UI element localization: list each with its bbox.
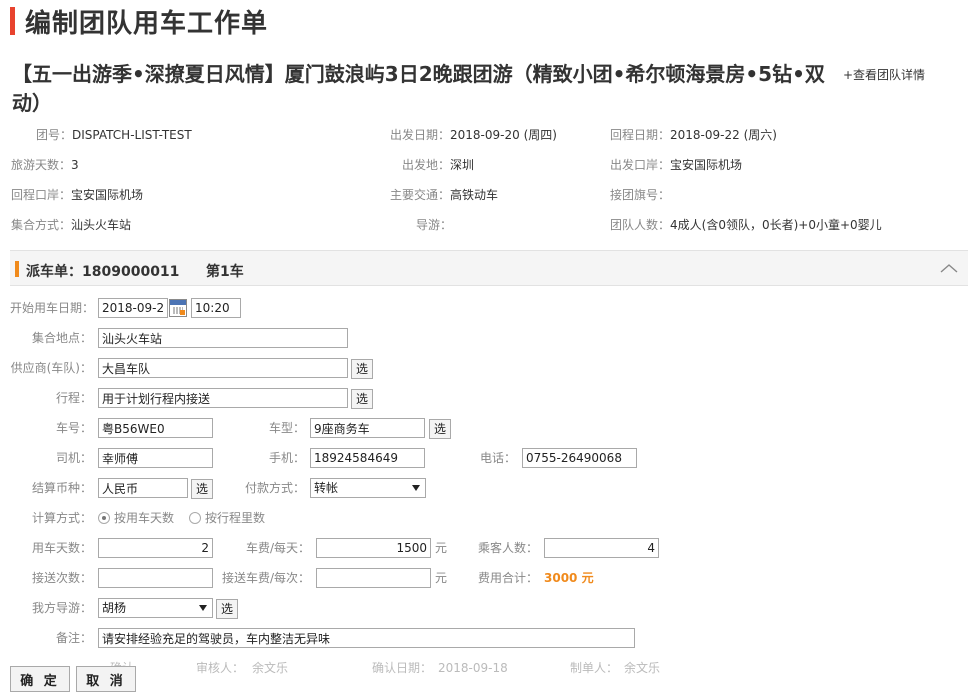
info-guide: 导游： bbox=[416, 218, 453, 232]
view-team-detail-link[interactable]: +查看团队详情 bbox=[843, 66, 925, 83]
calendar-icon[interactable] bbox=[169, 299, 187, 317]
tour-title: 【五一出游季•深撩夏日风情】厦门鼓浪屿3日2晚跟团游（精致小团•希尔顿海景房•5… bbox=[12, 62, 825, 115]
route-select-button[interactable]: 选 bbox=[351, 389, 373, 409]
currency-label: 结算币种： bbox=[31, 481, 92, 495]
fee-per-day-input[interactable] bbox=[316, 538, 431, 558]
transfer-count-label: 接送次数： bbox=[31, 571, 92, 585]
plate-label: 车号： bbox=[55, 421, 92, 435]
phone-input[interactable] bbox=[522, 448, 637, 468]
driver-label: 司机： bbox=[55, 451, 92, 465]
info-team-number: 团号：DISPATCH-LIST-TEST bbox=[36, 128, 192, 142]
usage-days-label: 用车天数： bbox=[31, 541, 92, 555]
info-team-size: 团队人数：4成人(含0领队，0长者)+0小童+0婴儿 bbox=[610, 218, 882, 232]
info-main-transport: 主要交通：高铁动车 bbox=[390, 188, 499, 202]
vehicle-type-select-button[interactable]: 选 bbox=[429, 419, 451, 439]
driver-input[interactable] bbox=[98, 448, 213, 468]
guide-select-button[interactable]: 选 bbox=[216, 599, 238, 619]
vehicle-type-input[interactable] bbox=[310, 418, 425, 438]
supplier-label: 供应商(车队)： bbox=[10, 361, 92, 375]
passengers-input[interactable] bbox=[544, 538, 659, 558]
title-accent-bar bbox=[10, 7, 15, 35]
info-tour-days: 旅游天数：3 bbox=[11, 158, 79, 172]
maker-info: 制单人： 余文乐 bbox=[570, 661, 661, 675]
calc-by-days-label: 按用车天数 bbox=[114, 511, 175, 525]
phone-label: 电话： bbox=[479, 451, 516, 465]
start-date-input[interactable] bbox=[98, 298, 168, 318]
start-time-input[interactable] bbox=[191, 298, 241, 318]
info-return-port: 回程口岸：宝安国际机场 bbox=[11, 188, 144, 202]
dispatch-number: 派车单：1809000011 bbox=[26, 264, 180, 280]
mobile-label: 手机： bbox=[268, 451, 305, 465]
transfer-fee-label: 接送车费/每次： bbox=[221, 571, 310, 585]
start-date-label: 开始用车日期： bbox=[10, 301, 95, 315]
calc-by-mileage-radio[interactable]: 按行程里数 bbox=[189, 508, 265, 528]
supplier-select-button[interactable]: 选 bbox=[351, 359, 373, 379]
chevron-down-icon bbox=[412, 485, 420, 491]
our-guide-value: 胡杨 bbox=[102, 601, 127, 615]
fee-per-day-label: 车费/每天： bbox=[245, 541, 310, 555]
calc-method-label: 计算方式： bbox=[31, 511, 92, 525]
transfer-count-input[interactable] bbox=[98, 568, 213, 588]
our-guide-select[interactable]: 胡杨 bbox=[98, 598, 213, 618]
info-departure-port: 出发口岸：宝安国际机场 bbox=[610, 158, 743, 172]
total-fee-value: 3000 元 bbox=[544, 571, 594, 585]
route-label: 行程： bbox=[55, 391, 92, 405]
currency-input[interactable] bbox=[98, 478, 188, 498]
total-fee-label: 费用合计： bbox=[477, 571, 538, 585]
page-title-text: 编制团队用车工作单 bbox=[25, 8, 269, 39]
transfer-fee-input[interactable] bbox=[316, 568, 431, 588]
passengers-label: 乘客人数： bbox=[477, 541, 538, 555]
info-return-date: 回程日期：2018-09-22 (周六) bbox=[610, 128, 777, 142]
payment-method-label: 付款方式： bbox=[244, 481, 305, 495]
chevron-down-icon bbox=[199, 605, 207, 611]
currency-select-button[interactable]: 选 bbox=[191, 479, 213, 499]
info-pickup-sign: 接团旗号： bbox=[610, 188, 671, 202]
car-index: 第1车 bbox=[206, 264, 244, 280]
meeting-place-input[interactable] bbox=[98, 328, 348, 348]
page-title: 编制团队用车工作单 bbox=[10, 4, 269, 39]
info-departure-date: 出发日期：2018-09-20 (周四) bbox=[390, 128, 557, 142]
confirm-button[interactable]: 确 定 bbox=[10, 666, 70, 692]
radio-unchecked-icon bbox=[189, 512, 201, 524]
calc-by-days-radio[interactable]: 按用车天数 bbox=[98, 508, 174, 528]
payment-method-select[interactable]: 转帐 bbox=[310, 478, 426, 498]
usage-days-input[interactable] bbox=[98, 538, 213, 558]
cancel-button[interactable]: 取 消 bbox=[76, 666, 136, 692]
transfer-fee-unit: 元 bbox=[435, 571, 448, 585]
payment-method-value: 转帐 bbox=[314, 481, 339, 495]
remark-input[interactable] bbox=[98, 628, 635, 648]
panel-accent-bar bbox=[15, 261, 19, 277]
our-guide-label: 我方导游： bbox=[31, 601, 92, 615]
plate-input[interactable] bbox=[98, 418, 213, 438]
fee-per-day-unit: 元 bbox=[435, 541, 448, 555]
mobile-input[interactable] bbox=[310, 448, 425, 468]
calc-by-mileage-label: 按行程里数 bbox=[205, 511, 266, 525]
vehicle-type-label: 车型： bbox=[268, 421, 305, 435]
auditor-info: 审核人： 余文乐 bbox=[196, 661, 289, 675]
route-input[interactable] bbox=[98, 388, 348, 408]
dispatch-panel-header[interactable]: 派车单：1809000011 第1车 bbox=[10, 250, 968, 286]
confirm-date-info: 确认日期： 2018-09-18 bbox=[372, 661, 508, 675]
remark-label: 备注： bbox=[55, 631, 92, 645]
info-gathering-method: 集合方式：汕头火车站 bbox=[11, 218, 132, 232]
chevron-up-icon[interactable] bbox=[940, 262, 958, 274]
radio-checked-icon bbox=[98, 512, 110, 524]
meeting-place-label: 集合地点： bbox=[31, 331, 92, 345]
info-departure-city: 出发地：深圳 bbox=[402, 158, 475, 172]
supplier-input[interactable] bbox=[98, 358, 348, 378]
